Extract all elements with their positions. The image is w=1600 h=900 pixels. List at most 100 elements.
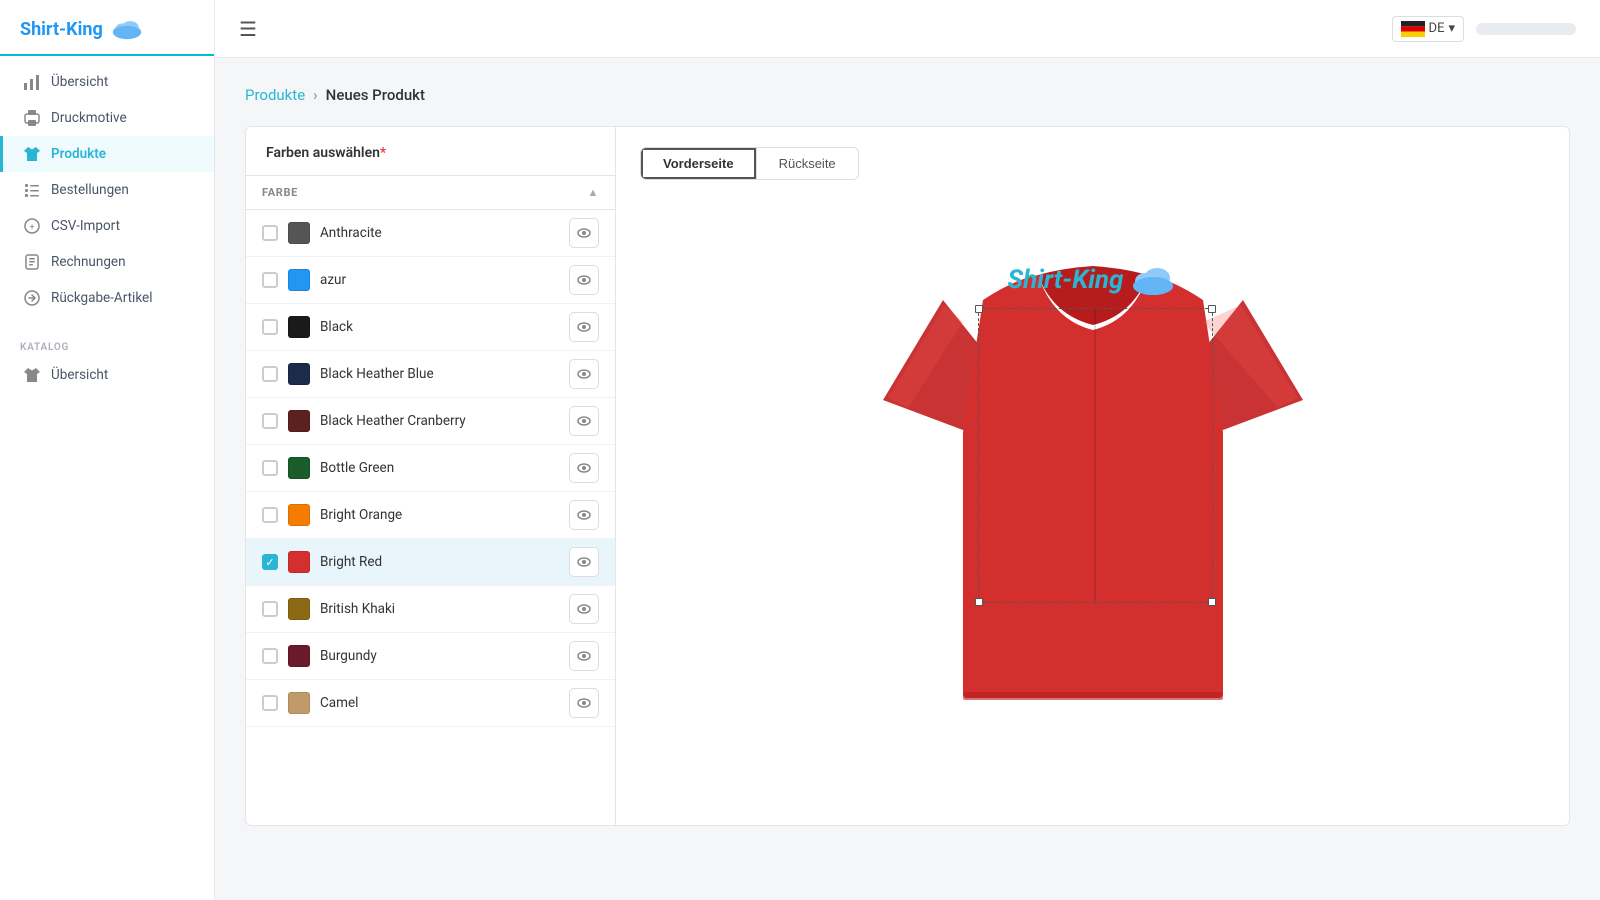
view-tabs: Vorderseite Rückseite	[640, 147, 859, 180]
sort-icon[interactable]: ▲	[587, 186, 599, 199]
swatch-anthracite	[288, 222, 310, 244]
logo[interactable]: Shirt-King	[0, 0, 214, 56]
content-area: Produkte › Neues Produkt Farben auswähle…	[215, 58, 1600, 900]
swatch-bright-orange	[288, 504, 310, 526]
tshirt-preview: Shirt-King	[883, 220, 1303, 740]
svg-text:+: +	[29, 223, 34, 233]
checkbox-burgundy[interactable]	[262, 648, 278, 664]
color-name-black: Black	[320, 319, 559, 335]
eye-button-bright-orange[interactable]	[569, 500, 599, 530]
checkbox-azur[interactable]	[262, 272, 278, 288]
checkbox-black-heather-blue[interactable]	[262, 366, 278, 382]
color-row-burgundy[interactable]: Burgundy	[246, 633, 615, 680]
farbe-column-label: FARBE	[262, 186, 583, 199]
sidebar-item-ruckgabe[interactable]: Rückgabe-Artikel	[0, 280, 214, 316]
color-row-black-heather-blue[interactable]: Black Heather Blue	[246, 351, 615, 398]
main-area: ☰ DE ▾ Produkte › Neues Produkt	[215, 0, 1600, 900]
color-name-black-heather-blue: Black Heather Blue	[320, 366, 559, 382]
checkbox-black-heather-cranberry[interactable]	[262, 413, 278, 429]
checkbox-bright-red[interactable]	[262, 554, 278, 570]
sidebar-label-csv-import: CSV-Import	[51, 218, 120, 234]
color-row-anthracite[interactable]: Anthracite	[246, 210, 615, 257]
sidebar-label-bestellungen: Bestellungen	[51, 182, 129, 198]
eye-button-azur[interactable]	[569, 265, 599, 295]
sidebar-item-katalog-ubersicht[interactable]: Übersicht	[0, 357, 214, 393]
color-name-bright-orange: Bright Orange	[320, 507, 559, 523]
sidebar-label-rechnungen: Rechnungen	[51, 254, 126, 270]
breadcrumb: Produkte › Neues Produkt	[245, 86, 1570, 104]
color-name-black-heather-cranberry: Black Heather Cranberry	[320, 413, 559, 429]
app-name: Shirt-King	[20, 19, 103, 40]
checkbox-camel[interactable]	[262, 695, 278, 711]
checkbox-anthracite[interactable]	[262, 225, 278, 241]
language-label: DE	[1429, 21, 1445, 36]
eye-button-anthracite[interactable]	[569, 218, 599, 248]
sidebar-item-csv-import[interactable]: + CSV-Import	[0, 208, 214, 244]
sidebar-item-rechnungen[interactable]: Rechnungen	[0, 244, 214, 280]
katalog-label: KATALOG	[0, 332, 214, 357]
swatch-azur	[288, 269, 310, 291]
katalog-shirt-icon	[23, 366, 41, 384]
chart-icon	[23, 73, 41, 91]
color-name-bright-red: Bright Red	[320, 554, 559, 570]
swatch-british-khaki	[288, 598, 310, 620]
checkbox-bright-orange[interactable]	[262, 507, 278, 523]
color-name-anthracite: Anthracite	[320, 225, 559, 241]
eye-button-camel[interactable]	[569, 688, 599, 718]
language-picker[interactable]: DE ▾	[1392, 16, 1464, 42]
swatch-camel	[288, 692, 310, 714]
invoice-icon	[23, 253, 41, 271]
design-panel: Vorderseite Rückseite	[616, 127, 1569, 825]
color-row-camel[interactable]: Camel	[246, 680, 615, 727]
color-row-british-khaki[interactable]: British Khaki	[246, 586, 615, 633]
colors-section-title: Farben auswählen*	[266, 145, 386, 161]
color-row-bright-red[interactable]: Bright Red	[246, 539, 615, 586]
color-row-black[interactable]: Black	[246, 304, 615, 351]
sidebar-item-produkte[interactable]: Produkte	[0, 136, 214, 172]
language-arrow: ▾	[1448, 21, 1455, 36]
sidebar-label-ubersicht: Übersicht	[51, 74, 108, 90]
color-row-azur[interactable]: azur	[246, 257, 615, 304]
swatch-bottle-green	[288, 457, 310, 479]
import-icon: +	[23, 217, 41, 235]
user-pill[interactable]	[1476, 23, 1576, 35]
swatch-burgundy	[288, 645, 310, 667]
topbar-right: DE ▾	[1392, 16, 1576, 42]
color-name-azur: azur	[320, 272, 559, 288]
color-row-bottle-green[interactable]: Bottle Green	[246, 445, 615, 492]
checkbox-black[interactable]	[262, 319, 278, 335]
color-row-bright-orange[interactable]: Bright Orange	[246, 492, 615, 539]
eye-button-black-heather-blue[interactable]	[569, 359, 599, 389]
main-nav: Übersicht Druckmotive Produkte Bestellun…	[0, 56, 214, 324]
color-panel: Farben auswählen* FARBE ▲ Anthracite azur…	[246, 127, 616, 825]
sidebar-item-druckmotive[interactable]: Druckmotive	[0, 100, 214, 136]
sidebar: Shirt-King Übersicht Druckmotive	[0, 0, 215, 900]
color-row-black-heather-cranberry[interactable]: Black Heather Cranberry	[246, 398, 615, 445]
logo-cloud-icon	[111, 18, 143, 40]
eye-button-black-heather-cranberry[interactable]	[569, 406, 599, 436]
eye-button-british-khaki[interactable]	[569, 594, 599, 624]
print-icon	[23, 109, 41, 127]
sidebar-label-katalog-ubersicht: Übersicht	[51, 367, 108, 383]
swatch-black-heather-blue	[288, 363, 310, 385]
checkbox-british-khaki[interactable]	[262, 601, 278, 617]
tab-ruckseite[interactable]: Rückseite	[757, 148, 858, 179]
breadcrumb-link[interactable]: Produkte	[245, 86, 305, 104]
sidebar-item-ubersicht[interactable]: Übersicht	[0, 64, 214, 100]
eye-button-black[interactable]	[569, 312, 599, 342]
sidebar-item-bestellungen[interactable]: Bestellungen	[0, 172, 214, 208]
checkbox-bottle-green[interactable]	[262, 460, 278, 476]
breadcrumb-separator: ›	[313, 86, 318, 104]
tab-vorderseite[interactable]: Vorderseite	[641, 148, 757, 179]
shirt-icon	[23, 145, 41, 163]
eye-button-burgundy[interactable]	[569, 641, 599, 671]
hamburger-button[interactable]: ☰	[239, 17, 257, 41]
tshirt-svg	[883, 240, 1303, 720]
topbar: ☰ DE ▾	[215, 0, 1600, 58]
eye-button-bottle-green[interactable]	[569, 453, 599, 483]
swatch-black-heather-cranberry	[288, 410, 310, 432]
breadcrumb-current: Neues Produkt	[326, 86, 425, 104]
eye-button-bright-red[interactable]	[569, 547, 599, 577]
katalog-nav: KATALOG Übersicht	[0, 324, 214, 401]
flag-icon	[1401, 21, 1425, 37]
